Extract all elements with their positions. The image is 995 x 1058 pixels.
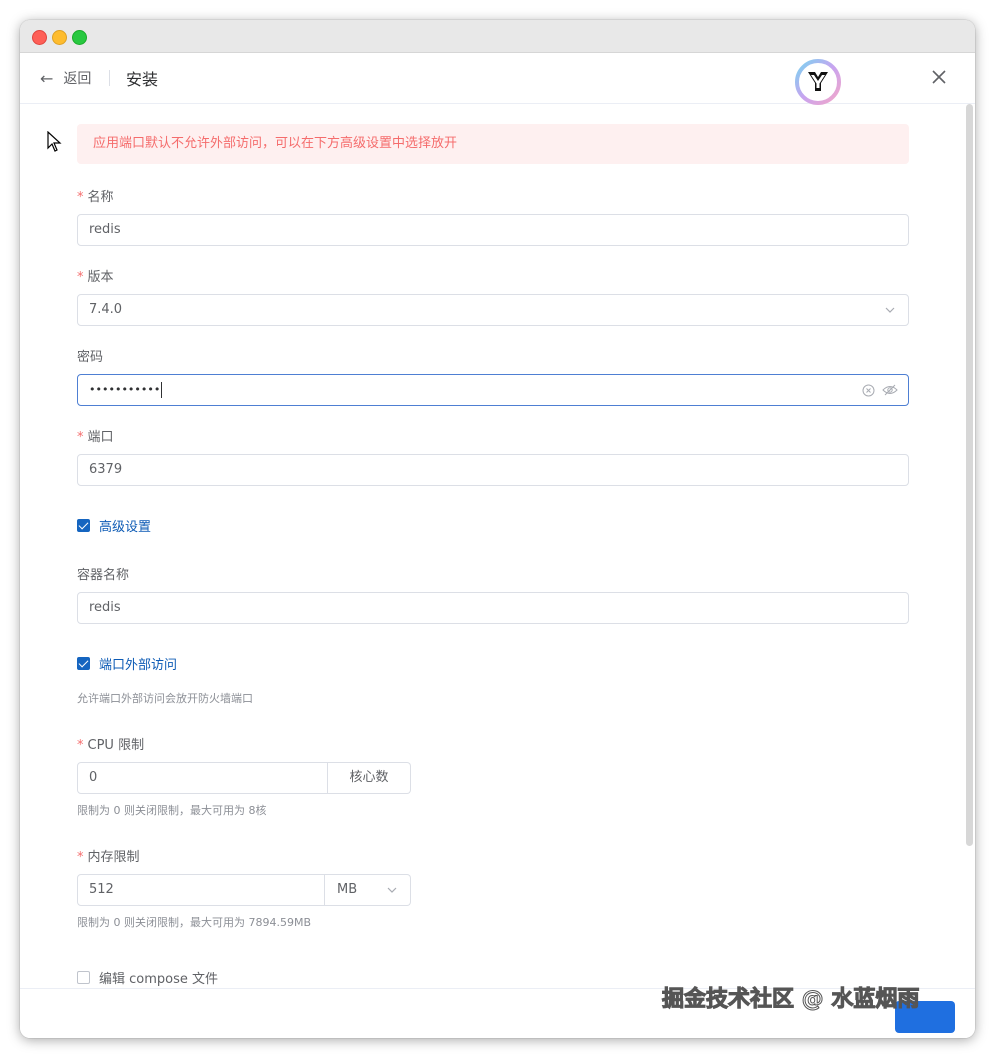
- cpu-limit-help: 限制为 0 则关闭限制，最大可用为 8核: [77, 804, 267, 817]
- version-select[interactable]: 7.4.0: [77, 294, 909, 326]
- name-label: * 名称: [77, 190, 114, 205]
- checkbox-unchecked-icon: [77, 971, 90, 984]
- name-input[interactable]: redis: [77, 214, 909, 246]
- memory-limit-group: 512 MB: [77, 874, 411, 906]
- cpu-limit-group: 0 核心数: [77, 762, 411, 794]
- container-name-label: 容器名称: [77, 568, 130, 583]
- eye-hidden-icon[interactable]: [882, 383, 898, 397]
- cpu-limit-input[interactable]: 0: [77, 762, 328, 794]
- checkbox-checked-icon: [77, 519, 90, 532]
- window-minimize-button[interactable]: [52, 30, 67, 45]
- container-name-input[interactable]: redis: [77, 592, 909, 624]
- install-window: ← 返回 安装 应用端口默认不允许外部访问，可以在下方高级设置中选择放开 * 名…: [20, 20, 975, 1038]
- memory-limit-input[interactable]: 512: [77, 874, 325, 906]
- port-external-access-checkbox[interactable]: 端口外部访问: [77, 654, 177, 673]
- memory-limit-label: * 内存限制: [77, 850, 140, 865]
- mouse-pointer-icon: [47, 131, 62, 152]
- back-label: 返回: [63, 71, 92, 87]
- drawer-header: ← 返回 安装: [20, 53, 975, 105]
- memory-unit-select[interactable]: MB: [325, 874, 411, 906]
- password-input[interactable]: •••••••••••: [77, 374, 909, 406]
- clear-icon[interactable]: [862, 384, 875, 397]
- memory-limit-help: 限制为 0 则关闭限制，最大可用为 7894.59MB: [77, 916, 312, 929]
- app-logo-icon: [795, 59, 841, 105]
- title-bar: [20, 20, 975, 53]
- port-input[interactable]: 6379: [77, 454, 909, 486]
- version-label: * 版本: [77, 270, 114, 285]
- advanced-settings-checkbox[interactable]: 高级设置: [77, 516, 151, 535]
- port-label: * 端口: [77, 430, 114, 445]
- edit-compose-checkbox[interactable]: 编辑 compose 文件: [77, 968, 218, 987]
- checkbox-checked-icon: [77, 657, 90, 670]
- back-button[interactable]: ← 返回: [40, 68, 91, 88]
- chevron-down-icon: [885, 307, 895, 313]
- close-icon[interactable]: [928, 66, 950, 88]
- password-label: 密码: [77, 350, 104, 365]
- port-external-help: 允许端口外部访问会放开防火墙端口: [77, 692, 253, 705]
- arrow-left-icon: ←: [40, 68, 54, 88]
- cpu-limit-unit: 核心数: [328, 762, 411, 794]
- window-close-button[interactable]: [32, 30, 47, 45]
- port-warning-alert: 应用端口默认不允许外部访问，可以在下方高级设置中选择放开: [77, 124, 909, 164]
- cpu-limit-label: * CPU 限制: [77, 738, 145, 753]
- chevron-down-icon: [387, 887, 397, 893]
- page-title: 安装: [126, 70, 159, 89]
- header-divider: [109, 70, 110, 86]
- scrollbar[interactable]: [966, 104, 973, 846]
- window-maximize-button[interactable]: [72, 30, 87, 45]
- text-caret: [161, 381, 163, 398]
- watermark-text: 掘金技术社区 @ 水蓝烟雨: [661, 987, 920, 1013]
